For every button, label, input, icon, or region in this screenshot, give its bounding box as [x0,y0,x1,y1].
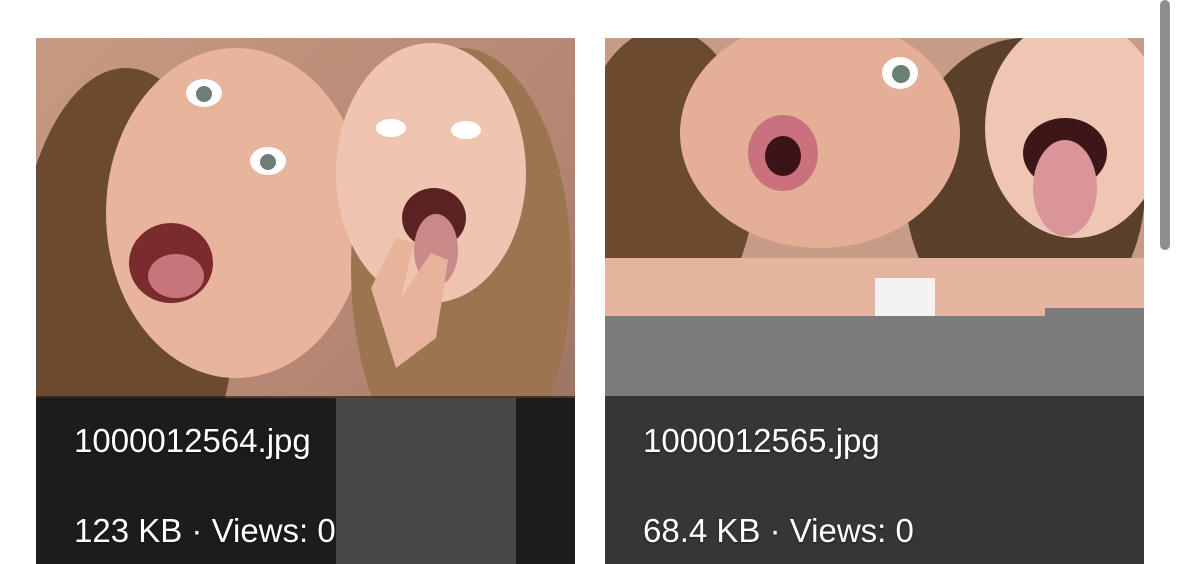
scrollbar[interactable] [1160,0,1170,250]
attachment-card[interactable]: 1000012564.jpg 123 KB · Views: 0 [36,38,575,564]
attachment-filename[interactable]: 1000012565.jpg [643,422,880,460]
attachment-meta: 123 KB · Views: 0 [74,512,336,549]
attachment-card[interactable]: 1000012565.jpg 68.4 KB · Views: 0 [605,38,1144,564]
attachment-meta: 68.4 KB · Views: 0 [643,512,914,549]
section-title: Attachments [36,0,283,10]
attachment-filename[interactable]: 1000012564.jpg [74,422,311,460]
